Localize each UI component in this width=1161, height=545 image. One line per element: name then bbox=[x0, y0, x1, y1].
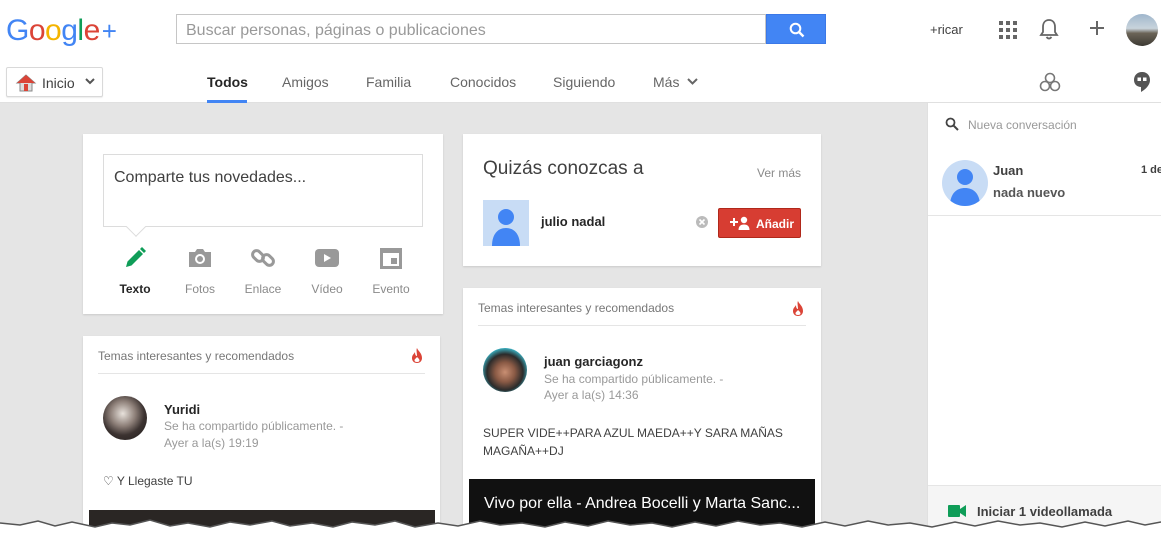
circles-icon[interactable] bbox=[1039, 71, 1061, 93]
recommended-title: Temas interesantes y recomendados bbox=[478, 301, 675, 315]
post-visibility: Se ha compartido públicamente. - bbox=[544, 372, 724, 386]
search-icon bbox=[945, 117, 959, 131]
post-text-line-1: SUPER VIDE++PARA AZUL MAEDA++Y SARA MAÑA… bbox=[483, 426, 783, 440]
bell-icon[interactable] bbox=[1039, 18, 1059, 40]
default-avatar-icon bbox=[492, 209, 520, 246]
home-label: Inicio bbox=[42, 75, 75, 91]
default-avatar-icon bbox=[950, 169, 980, 206]
calendar-icon bbox=[380, 248, 402, 269]
add-person-icon bbox=[730, 216, 750, 230]
recommended-topics-card: Temas interesantes y recomendados Yuridi… bbox=[83, 336, 440, 536]
stream-nav: Inicio Todos Amigos Familia Conocidos Si… bbox=[0, 62, 1161, 103]
close-icon[interactable] bbox=[696, 216, 708, 228]
fire-icon bbox=[412, 348, 422, 363]
tab-amigos[interactable]: Amigos bbox=[282, 74, 329, 90]
post-author-avatar[interactable] bbox=[483, 348, 527, 392]
share-photos-option[interactable]: Fotos bbox=[170, 244, 230, 296]
video-icon bbox=[315, 249, 339, 267]
pencil-icon bbox=[126, 247, 146, 267]
post-author-avatar[interactable] bbox=[103, 396, 147, 440]
post-timestamp[interactable]: Ayer a la(s) 19:19 bbox=[164, 435, 259, 452]
post-timestamp[interactable]: Ayer a la(s) 14:36 bbox=[544, 387, 639, 404]
camera-icon bbox=[189, 249, 211, 267]
search-placeholder: Buscar personas, páginas o publicaciones bbox=[186, 22, 486, 39]
divider bbox=[478, 325, 806, 326]
suggested-person-name[interactable]: julio nadal bbox=[541, 214, 605, 229]
tab-familia[interactable]: Familia bbox=[366, 74, 411, 90]
torn-edge-decoration bbox=[0, 519, 1161, 545]
chevron-down-icon bbox=[85, 78, 95, 85]
home-icon bbox=[15, 74, 37, 92]
post-author-name[interactable]: juan garciagonz bbox=[544, 354, 643, 369]
suggested-person-avatar[interactable] bbox=[483, 200, 529, 246]
conversation-name: Juan bbox=[993, 163, 1024, 178]
plus-icon[interactable] bbox=[1088, 19, 1106, 37]
share-input[interactable]: Comparte tus novedades... bbox=[103, 154, 423, 227]
top-bar: Google+ Buscar personas, páginas o publi… bbox=[0, 0, 1161, 62]
people-you-may-know-card: Quizás conozcas a Ver más julio nadal Añ… bbox=[463, 134, 821, 266]
see-more-link[interactable]: Ver más bbox=[757, 166, 801, 180]
share-link-option[interactable]: Enlace bbox=[233, 244, 293, 296]
tab-todos[interactable]: Todos bbox=[207, 74, 248, 90]
conversation-avatar bbox=[942, 160, 988, 206]
share-prompt: Comparte tus novedades... bbox=[114, 169, 307, 186]
fire-icon bbox=[793, 301, 803, 316]
video-title: Vivo por ella - Andrea Bocelli y Marta S… bbox=[484, 495, 801, 512]
conversation-message: nada nuevo bbox=[993, 185, 1066, 200]
search-icon bbox=[789, 22, 805, 38]
conversation-item[interactable]: Juan 1 de nada nuevo bbox=[928, 151, 1161, 216]
divider bbox=[98, 373, 425, 374]
tab-mas[interactable]: Más bbox=[653, 74, 679, 90]
tab-conocidos[interactable]: Conocidos bbox=[450, 74, 516, 90]
new-conversation-input[interactable]: Nueva conversación bbox=[968, 118, 1077, 132]
google-plus-logo[interactable]: Google+ bbox=[6, 14, 117, 48]
user-profile-link[interactable]: +ricar bbox=[930, 22, 963, 37]
hangouts-panel: Nueva conversación Juan 1 de nada nuevo … bbox=[927, 103, 1161, 545]
post-text: ♡ Y Llegaste TU bbox=[103, 474, 193, 488]
share-event-option[interactable]: Evento bbox=[361, 244, 421, 296]
avatar[interactable] bbox=[1126, 14, 1158, 46]
home-menu-button[interactable]: Inicio bbox=[6, 67, 103, 97]
link-icon bbox=[251, 249, 275, 267]
active-tab-indicator bbox=[207, 100, 247, 103]
chevron-down-icon bbox=[687, 78, 698, 85]
tab-siguiendo[interactable]: Siguiendo bbox=[553, 74, 615, 90]
recommended-title: Temas interesantes y recomendados bbox=[98, 349, 295, 363]
post-text-line-2: MAGAÑA++DJ bbox=[483, 444, 564, 458]
post-visibility: Se ha compartido públicamente. - bbox=[164, 419, 344, 433]
share-text-option[interactable]: Texto bbox=[105, 244, 165, 296]
add-person-button[interactable]: Añadir bbox=[718, 208, 801, 238]
search-input[interactable]: Buscar personas, páginas o publicaciones bbox=[176, 14, 766, 44]
hangouts-icon[interactable] bbox=[1133, 71, 1151, 93]
apps-grid-icon[interactable] bbox=[999, 21, 1017, 39]
share-box-card: Comparte tus novedades... Texto Fotos En bbox=[83, 134, 443, 314]
conversation-time: 1 de bbox=[1141, 164, 1161, 176]
search-button[interactable] bbox=[766, 14, 826, 44]
post-author-name[interactable]: Yuridi bbox=[164, 402, 200, 417]
share-video-option[interactable]: Vídeo bbox=[297, 244, 357, 296]
people-card-title: Quizás conozcas a bbox=[483, 158, 644, 179]
recommended-topics-card: Temas interesantes y recomendados juan g… bbox=[463, 288, 821, 538]
